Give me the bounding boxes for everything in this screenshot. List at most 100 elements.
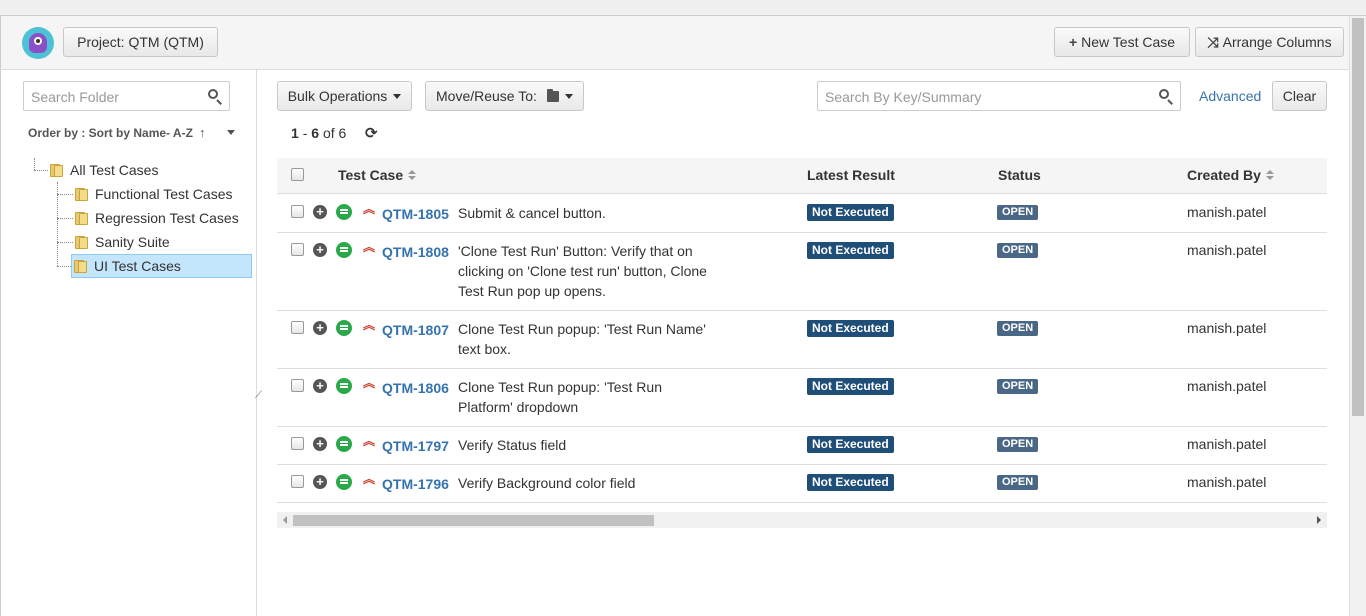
search-icon[interactable] [207,88,223,105]
clear-button[interactable]: Clear [1272,81,1327,111]
search-folder-input[interactable] [29,88,199,106]
scroll-left-icon[interactable] [283,516,287,524]
new-test-case-button[interactable]: + New Test Case [1054,27,1190,57]
table-row[interactable]: + ︽ QTM-1805 Submit & cancel button. Not… [277,194,1327,233]
run-icon[interactable] [336,474,352,490]
search-key-box [817,81,1181,111]
row-checkbox[interactable] [291,243,304,256]
row-checkbox[interactable] [291,475,304,488]
test-case-key-link[interactable]: QTM-1806 [382,380,449,396]
table-row[interactable]: + ︽ QTM-1807 Clone Test Run popup: 'Test… [277,311,1327,369]
pager-start: 1 [291,125,299,141]
search-icon[interactable] [1158,88,1174,105]
pagination-info: 1 - 6 of 6 [291,125,346,141]
test-case-key-link[interactable]: QTM-1807 [382,322,449,338]
test-case-summary: 'Clone Test Run' Button: Verify that on … [458,243,707,299]
chevron-down-icon [565,93,573,99]
created-by: manish.patel [1187,474,1267,490]
tree-item-regression-test-cases[interactable]: Regression Test Cases [75,207,239,229]
latest-result-badge: Not Executed [807,378,894,395]
tree-item-label: UI Test Cases [94,258,181,274]
priority-high-icon: ︽ [363,318,376,332]
chevron-down-icon[interactable] [227,130,235,135]
test-case-key-link[interactable]: QTM-1796 [382,476,449,492]
column-header-latest-result[interactable]: Latest Result [807,167,895,183]
folder-icon [546,88,559,102]
table-row[interactable]: + ︽ QTM-1808 'Clone Test Run' Button: Ve… [277,233,1327,311]
tree-item-sanity-suite[interactable]: Sanity Suite [75,231,170,253]
table-row[interactable]: + ︽ QTM-1797 Verify Status field Not Exe… [277,427,1327,465]
priority-high-icon: ︽ [363,202,376,216]
tree-item-label: Functional Test Cases [95,186,233,202]
scrollbar-thumb[interactable] [1352,18,1364,416]
arrange-columns-button[interactable]: ⤨ Arrange Columns [1195,27,1344,57]
table-row[interactable]: + ︽ QTM-1806 Clone Test Run popup: 'Test… [277,369,1327,427]
column-label: Latest Result [807,167,895,183]
run-icon[interactable] [336,378,352,394]
scroll-right-icon[interactable] [1317,516,1321,524]
status-badge: OPEN [997,243,1039,258]
vertical-scrollbar[interactable] [1349,16,1366,616]
add-circle-icon[interactable]: + [313,379,327,393]
test-case-key-link[interactable]: QTM-1808 [382,244,449,260]
bulk-operations-button[interactable]: Bulk Operations [277,81,412,111]
order-by-label: Order by : Sort by Name- A-Z [28,126,193,140]
app-header: Project: QTM (QTM) + New Test Case ⤨ Arr… [0,16,1349,70]
row-checkbox[interactable] [291,321,304,334]
test-case-summary: Verify Background color field [458,475,636,491]
plus-icon: + [1068,34,1078,50]
tree-item-label: Regression Test Cases [95,210,239,226]
browser-top-strip [0,0,1366,16]
tree-item-ui-test-cases[interactable]: UI Test Cases [71,254,252,278]
test-case-summary: Submit & cancel button. [458,205,606,221]
created-by: manish.patel [1187,378,1267,394]
arrange-columns-label: Arrange Columns [1222,34,1332,50]
sort-ascending-icon[interactable]: ↑ [199,125,206,140]
table-row[interactable]: + ︽ QTM-1796 Verify Background color fie… [277,465,1327,503]
run-icon[interactable] [336,204,352,220]
column-header-created-by[interactable]: Created By [1187,167,1274,183]
add-circle-icon[interactable]: + [313,475,327,489]
search-key-summary-input[interactable] [823,88,1153,106]
test-case-key-link[interactable]: QTM-1805 [382,206,449,222]
add-circle-icon[interactable]: + [313,437,327,451]
tree-item-all-test-cases[interactable]: All Test Cases [50,159,158,181]
add-circle-icon[interactable]: + [313,243,327,257]
add-circle-icon[interactable]: + [313,321,327,335]
project-selector-button[interactable]: Project: QTM (QTM) [63,27,218,57]
run-icon[interactable] [336,242,352,258]
tree-item-label: All Test Cases [70,162,159,178]
run-icon[interactable] [336,320,352,336]
created-by: manish.patel [1187,436,1267,452]
created-by: manish.patel [1187,204,1267,220]
priority-high-icon: ︽ [363,472,376,486]
run-icon[interactable] [336,436,352,452]
status-badge: OPEN [997,205,1039,220]
row-checkbox[interactable] [291,205,304,218]
folder-sidebar: Order by : Sort by Name- A-Z ↑ All Test … [0,70,262,616]
add-circle-icon[interactable]: + [313,205,327,219]
chevron-down-icon [393,93,402,99]
column-header-test-case[interactable]: Test Case [338,167,417,183]
refresh-icon[interactable]: ⟳ [365,124,378,142]
qtm-logo-icon [22,27,54,59]
created-by: manish.patel [1187,320,1267,336]
select-all-checkbox[interactable] [291,168,304,181]
bulk-operations-label: Bulk Operations [287,88,388,104]
row-checkbox[interactable] [291,379,304,392]
pager-sep: - [302,125,312,141]
column-header-status[interactable]: Status [998,167,1041,183]
column-label: Created By [1187,167,1261,183]
tree-item-functional-test-cases[interactable]: Functional Test Cases [75,183,232,205]
test-case-summary: Verify Status field [458,437,567,453]
scrollbar-thumb[interactable] [293,515,654,526]
new-test-case-label: New Test Case [1081,34,1176,50]
row-checkbox[interactable] [291,437,304,450]
test-case-key-link[interactable]: QTM-1797 [382,438,449,454]
move-reuse-button[interactable]: Move/Reuse To: [425,81,584,111]
latest-result-badge: Not Executed [807,320,894,337]
horizontal-scrollbar[interactable] [277,512,1327,528]
advanced-search-link[interactable]: Advanced [1199,88,1261,104]
sort-icon [1265,170,1274,182]
test-case-summary: Clone Test Run popup: 'Test Run Name' te… [458,321,706,357]
